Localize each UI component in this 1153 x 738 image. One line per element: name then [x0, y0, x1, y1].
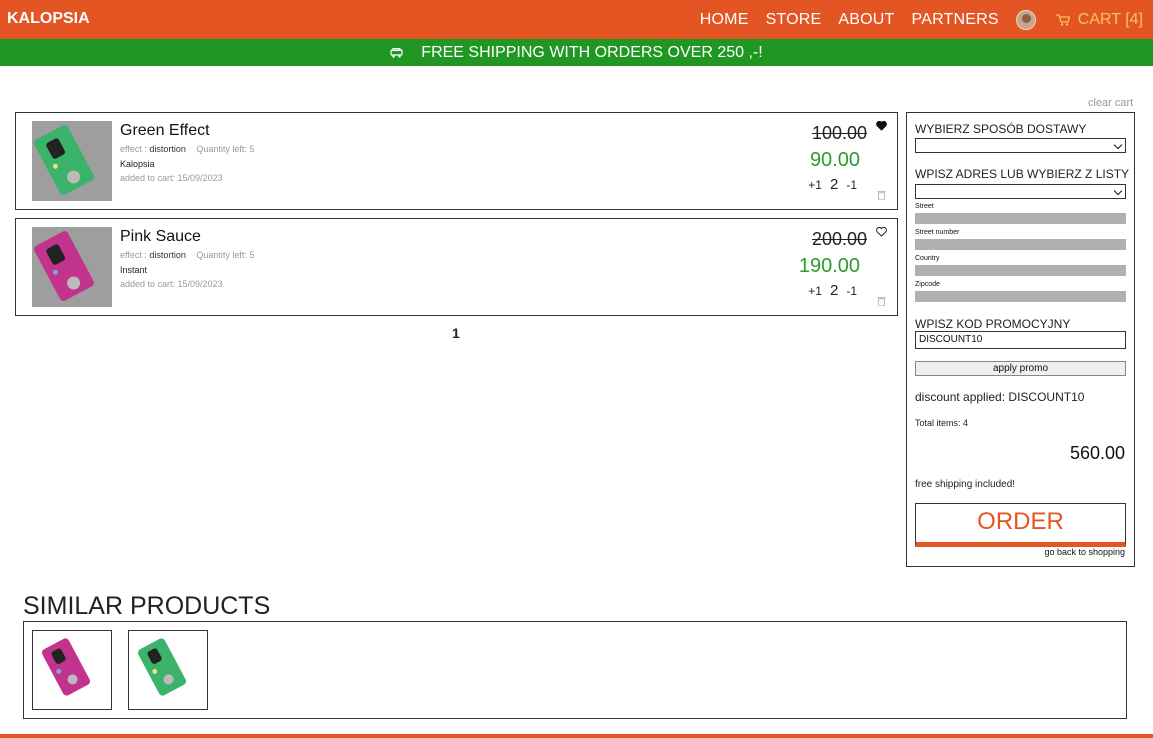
quantity-left: Quantity left: 5	[196, 250, 255, 260]
user-avatar-icon[interactable]	[1015, 9, 1036, 30]
street-input[interactable]	[915, 213, 1126, 224]
street-label: Street	[915, 203, 934, 210]
similar-products-list	[23, 621, 1127, 719]
cart-item: Pink Sauce effect : distortion Quantity …	[15, 218, 898, 316]
cart-link[interactable]: CART [4]	[1055, 10, 1143, 29]
product-meta: effect : distortion Quantity left: 5	[120, 144, 254, 154]
order-button[interactable]: ORDER	[915, 503, 1126, 547]
product-brand: Kalopsia	[120, 159, 155, 169]
trash-icon[interactable]	[877, 190, 886, 200]
banner-text: FREE SHIPPING WITH ORDERS OVER 250 ,-!	[421, 43, 763, 61]
heart-outline-icon[interactable]	[876, 227, 887, 237]
quantity-left: Quantity left: 5	[196, 144, 255, 154]
similar-product-card[interactable]	[32, 630, 112, 710]
address-select[interactable]	[915, 184, 1126, 199]
effect-label: effect :	[120, 144, 150, 154]
heart-filled-icon[interactable]	[876, 121, 887, 131]
street-number-label: Street number	[915, 229, 960, 236]
free-shipping-note: free shipping included!	[915, 479, 1016, 490]
pedal-illustration	[40, 637, 92, 697]
quantity-value: 2	[829, 176, 839, 193]
increase-button[interactable]: +1	[808, 178, 822, 192]
nav-home[interactable]: HOME	[700, 11, 749, 29]
back-to-shopping-link[interactable]: go back to shopping	[1044, 547, 1125, 557]
product-name[interactable]: Pink Sauce	[120, 228, 201, 246]
product-image[interactable]	[32, 121, 112, 201]
quantity-controls: +1 2 -1	[808, 176, 857, 193]
top-navigation-bar: KALOPSIA HOME STORE ABOUT PARTNERS CART …	[0, 0, 1153, 39]
pedal-illustration	[32, 123, 96, 197]
country-label: Country	[915, 255, 940, 262]
discount-applied-text: discount applied: DISCOUNT10	[915, 390, 1085, 404]
product-name[interactable]: Green Effect	[120, 122, 210, 140]
pedal-illustration	[136, 637, 188, 697]
decrease-button[interactable]: -1	[846, 178, 857, 192]
address-label: WPISZ ADRES LUB WYBIERZ Z LISTY	[915, 167, 1130, 181]
nav-partners[interactable]: PARTNERS	[912, 11, 999, 29]
delivery-method-label: WYBIERZ SPOSÓB DOSTAWY	[915, 122, 1087, 136]
promo-label: WPISZ KOD PROMOCYJNY	[915, 317, 1071, 331]
quantity-controls: +1 2 -1	[808, 282, 857, 299]
order-total: 560.00	[1069, 443, 1125, 463]
street-number-input[interactable]	[915, 239, 1126, 250]
quantity-value: 2	[829, 282, 839, 299]
cart-item: Green Effect effect : distortion Quantit…	[15, 112, 898, 210]
zipcode-label: Zipcode	[915, 281, 940, 288]
effect-value: distortion	[149, 144, 186, 154]
added-date: added to cart: 15/09/2023	[120, 279, 223, 289]
old-price: 200.00	[811, 229, 867, 249]
nav-store[interactable]: STORE	[766, 11, 822, 29]
pagination-page[interactable]: 1	[452, 325, 460, 341]
product-brand: Instant	[120, 265, 148, 275]
truck-icon	[390, 47, 403, 58]
checkout-panel: WYBIERZ SPOSÓB DOSTAWY WPISZ ADRES LUB W…	[906, 112, 1135, 567]
increase-button[interactable]: +1	[808, 284, 822, 298]
discounted-price: 90.00	[809, 149, 860, 171]
decrease-button[interactable]: -1	[846, 284, 857, 298]
discounted-price: 190.00	[798, 255, 860, 277]
old-price: 100.00	[811, 123, 867, 143]
promo-code-input[interactable]: DISCOUNT10	[915, 331, 1126, 349]
footer-divider	[0, 734, 1153, 738]
pedal-illustration	[32, 229, 96, 303]
total-items: Total items: 4	[915, 418, 969, 428]
product-image[interactable]	[32, 227, 112, 307]
zipcode-input[interactable]	[915, 291, 1126, 302]
cart-label: CART [4]	[1077, 10, 1143, 28]
similar-product-card[interactable]	[128, 630, 208, 710]
similar-products-title: SIMILAR PRODUCTS	[23, 592, 271, 620]
effect-label: effect :	[120, 250, 150, 260]
delivery-method-select[interactable]	[915, 138, 1126, 153]
trash-icon[interactable]	[877, 296, 886, 306]
brand-logo[interactable]: KALOPSIA	[7, 10, 90, 28]
product-meta: effect : distortion Quantity left: 5	[120, 250, 254, 260]
free-shipping-banner: FREE SHIPPING WITH ORDERS OVER 250 ,-!	[0, 39, 1153, 66]
effect-value: distortion	[149, 250, 186, 260]
clear-cart-link[interactable]: clear cart	[1088, 97, 1133, 109]
apply-promo-button[interactable]: apply promo	[915, 361, 1126, 376]
cart-icon	[1055, 13, 1070, 26]
added-date: added to cart: 15/09/2023	[120, 173, 223, 183]
nav-about[interactable]: ABOUT	[838, 11, 894, 29]
country-input[interactable]	[915, 265, 1126, 276]
main-nav: HOME STORE ABOUT PARTNERS CART [4]	[683, 0, 1143, 39]
